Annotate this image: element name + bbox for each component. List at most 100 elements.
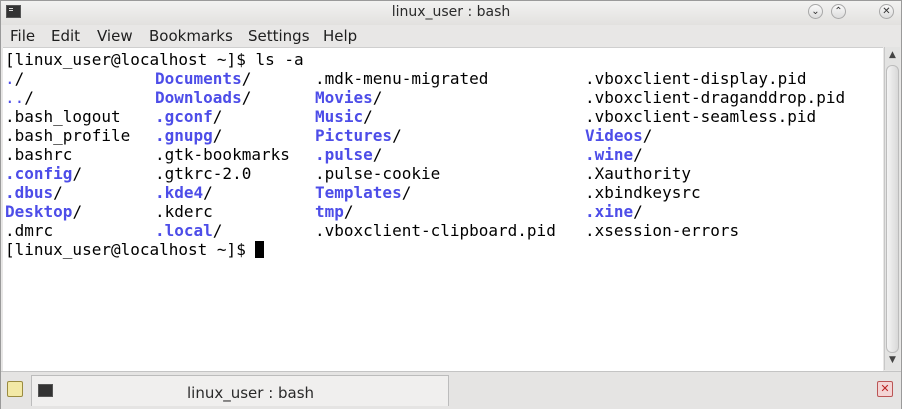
scroll-up-icon[interactable]: ▲ — [886, 49, 899, 62]
listing-entry: ../ — [5, 88, 34, 107]
entry-text: / — [241, 88, 252, 107]
listing-entry: .Xauthority — [585, 164, 691, 183]
listing-entry: ./ — [5, 69, 24, 88]
listing-entry: .dbus/ — [5, 183, 63, 202]
window-title: linux_user : bash — [391, 4, 511, 20]
menu-help[interactable]: Help — [323, 27, 357, 45]
entry-text: .gtkrc-2.0 — [155, 164, 252, 183]
directory-name: .gconf — [155, 107, 213, 126]
entry-text: / — [53, 183, 63, 202]
entry-text: / — [401, 183, 412, 202]
listing-entry: .dmrc — [5, 221, 53, 240]
menu-view[interactable]: View — [97, 27, 133, 45]
directory-name: .gnupg — [155, 126, 213, 145]
terminal-icon — [38, 384, 53, 397]
new-tab-icon[interactable] — [7, 381, 23, 397]
listing-entry: Movies/ — [315, 88, 382, 107]
entry-text: .bashrc — [5, 145, 73, 164]
directory-name: .dbus — [5, 183, 54, 202]
minimize-button[interactable]: ⌄ — [808, 4, 823, 19]
directory-name: Desktop — [5, 202, 73, 221]
terminal-output[interactable]: [linux_user@localhost ~]$ ls -a [linux_u… — [3, 47, 883, 371]
entry-text: / — [392, 126, 402, 145]
entry-text: / — [203, 183, 213, 202]
entry-text: / — [72, 202, 83, 221]
command: ls -a — [255, 50, 304, 69]
listing-entry: .xine/ — [585, 202, 643, 221]
directory-name: .pulse — [315, 145, 373, 164]
entry-text: / — [72, 164, 83, 183]
menu-bookmarks[interactable]: Bookmarks — [149, 27, 233, 45]
directory-name: Movies — [315, 88, 373, 107]
entry-text: .bash_profile — [5, 126, 131, 145]
listing-entry: tmp/ — [315, 202, 354, 221]
listing-entry: .vboxclient-draganddrop.pid — [585, 88, 845, 107]
menu-file[interactable]: File — [10, 27, 35, 45]
directory-name: .config — [5, 164, 73, 183]
listing-entry: Documents/ — [155, 69, 251, 88]
listing-entry: .pulse/ — [315, 145, 382, 164]
entry-text: / — [372, 88, 383, 107]
close-button[interactable]: ✕ — [879, 4, 894, 19]
tab-bar: linux_user : bash ✕ — [1, 371, 901, 409]
listing-entry: .gtkrc-2.0 — [155, 164, 251, 183]
listing-entry: .pulse-cookie — [315, 164, 440, 183]
menu-settings[interactable]: Settings — [248, 27, 310, 45]
directory-name: Downloads — [155, 88, 242, 107]
listing-entry: .bash_profile — [5, 126, 130, 145]
directory-name: Templates — [315, 183, 402, 202]
close-tab-icon[interactable]: ✕ — [877, 381, 893, 397]
scroll-down-icon[interactable]: ▼ — [886, 354, 899, 367]
entry-text: / — [212, 126, 223, 145]
listing-entry: .kde4/ — [155, 183, 213, 202]
command-line: [linux_user@localhost ~]$ ls -a — [5, 50, 304, 69]
entry-text: .mdk-menu-migrated — [315, 69, 489, 88]
listing-entry: .gconf/ — [155, 107, 222, 126]
listing-entry: .mdk-menu-migrated — [315, 69, 488, 88]
listing-entry: Downloads/ — [155, 88, 251, 107]
listing-entry: .wine/ — [585, 145, 643, 164]
listing-entry: Templates/ — [315, 183, 411, 202]
prompt-line: [linux_user@localhost ~]$ — [5, 240, 265, 259]
tab-bash[interactable]: linux_user : bash — [31, 375, 449, 406]
listing-entry: Videos/ — [585, 126, 652, 145]
listing-entry: .vboxclient-seamless.pid — [585, 107, 816, 126]
terminal-window: linux_user : bash ⌄ ⌃ ✕ File Edit View B… — [0, 0, 902, 409]
entry-text: .bash_logout — [5, 107, 121, 126]
maximize-button[interactable]: ⌃ — [831, 4, 846, 19]
prompt: [linux_user@localhost ~]$ — [5, 50, 256, 69]
listing-entry: .config/ — [5, 164, 82, 183]
entry-text: .vboxclient-clipboard.pid — [315, 221, 556, 240]
listing-entry: .kderc — [155, 202, 213, 221]
listing-entry: .gnupg/ — [155, 126, 222, 145]
entry-text: / — [212, 107, 223, 126]
menu-edit[interactable]: Edit — [51, 27, 80, 45]
entry-text: .vboxclient-seamless.pid — [585, 107, 817, 126]
prompt: [linux_user@localhost ~]$ — [5, 240, 256, 259]
listing-entry: .bashrc — [5, 145, 72, 164]
vertical-scrollbar[interactable]: ▲ ▼ — [884, 47, 900, 370]
listing-entry: .vboxclient-clipboard.pid — [315, 221, 556, 240]
entry-text: / — [633, 145, 643, 164]
entry-text: / — [363, 107, 373, 126]
listing-entry: .bash_logout — [5, 107, 121, 126]
entry-text: / — [24, 88, 34, 107]
listing-entry: Pictures/ — [315, 126, 402, 145]
entry-text: .xbindkeysrc — [585, 183, 701, 202]
directory-name: .wine — [585, 145, 634, 164]
listing-entry: .gtk-bookmarks — [155, 145, 290, 164]
entry-text: .vboxclient-draganddrop.pid — [585, 88, 846, 107]
listing-entry: .xsession-errors — [585, 221, 739, 240]
entry-text: / — [633, 202, 643, 221]
listing-entry: Music/ — [315, 107, 373, 126]
scrollbar-thumb[interactable] — [886, 65, 899, 353]
directory-name: .kde4 — [155, 183, 204, 202]
text-cursor — [255, 241, 265, 258]
directory-name: .local — [155, 221, 213, 240]
entry-text: .dmrc — [5, 221, 54, 240]
directory-name: .xine — [585, 202, 634, 221]
listing-entry: .vboxclient-display.pid — [585, 69, 807, 88]
listing-entry: .xbindkeysrc — [585, 183, 701, 202]
directory-name: Pictures — [315, 126, 393, 145]
title-bar[interactable]: linux_user : bash ⌄ ⌃ ✕ — [1, 1, 901, 25]
